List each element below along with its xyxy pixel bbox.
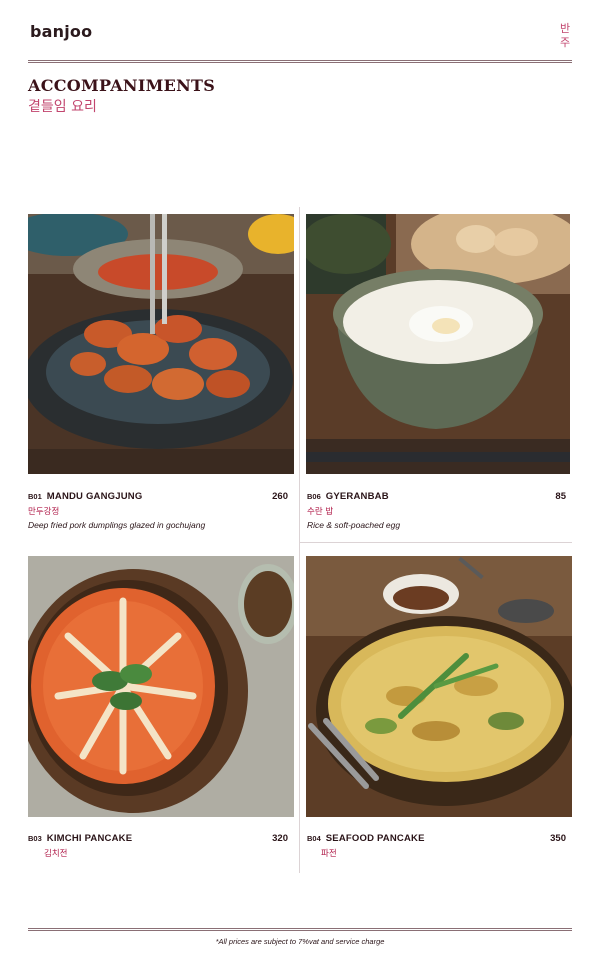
brand-korean-mark: 반 주 — [558, 22, 572, 50]
item-code: B03 — [28, 834, 42, 843]
item-name: GYERANBAB — [325, 491, 389, 502]
vertical-divider — [299, 207, 300, 873]
kimchi-pancake-photo — [28, 556, 294, 817]
footer-double-rule — [28, 928, 572, 931]
item-korean-name: 김치전 — [44, 849, 68, 859]
item-price: 350 — [550, 833, 566, 844]
item-korean-name: 파전 — [321, 849, 337, 859]
item-price: 320 — [272, 833, 288, 844]
item-price: 85 — [555, 491, 566, 502]
brand-korean-char-2: 주 — [559, 36, 571, 49]
header-double-rule — [28, 60, 572, 63]
item-korean-name: 만두강정 — [28, 507, 60, 517]
menu-item-mandu-gangjung: B01 MANDU GANGJUNG — [28, 491, 142, 502]
item-korean-name: 수란 밥 — [307, 507, 334, 517]
item-code: B06 — [307, 492, 321, 501]
mandu-gangjung-photo — [28, 214, 294, 474]
item-code: B01 — [28, 492, 42, 501]
footer-note: *All prices are subject to 7%vat and ser… — [215, 937, 385, 946]
brand-korean-char-1: 반 — [559, 22, 571, 35]
item-name: KIMCHI PANCAKE — [46, 833, 133, 844]
item-name: MANDU GANGJUNG — [46, 491, 143, 502]
menu-item-kimchi-pancake: B03 KIMCHI PANCAKE — [28, 833, 132, 844]
menu-item-seafood-pancake: B04 SEAFOOD PANCAKE — [307, 833, 425, 844]
section-title: ACCOMPANIMENTS — [28, 76, 216, 95]
item-description: Deep fried pork dumplings glazed in goch… — [28, 520, 206, 530]
section-title-korean: 곁들임 요리 — [28, 99, 97, 115]
gyeranbab-photo — [306, 214, 570, 474]
menu-item-gyeranbab: B06 GYERANBAB — [307, 491, 389, 502]
horizontal-divider — [300, 542, 572, 543]
item-description: Rice & soft-poached egg — [307, 520, 401, 530]
item-price: 260 — [272, 491, 288, 502]
item-name: SEAFOOD PANCAKE — [325, 833, 425, 844]
brand-logo: banjoo — [30, 22, 93, 41]
item-code: B04 — [307, 834, 321, 843]
seafood-pancake-photo — [306, 556, 572, 817]
